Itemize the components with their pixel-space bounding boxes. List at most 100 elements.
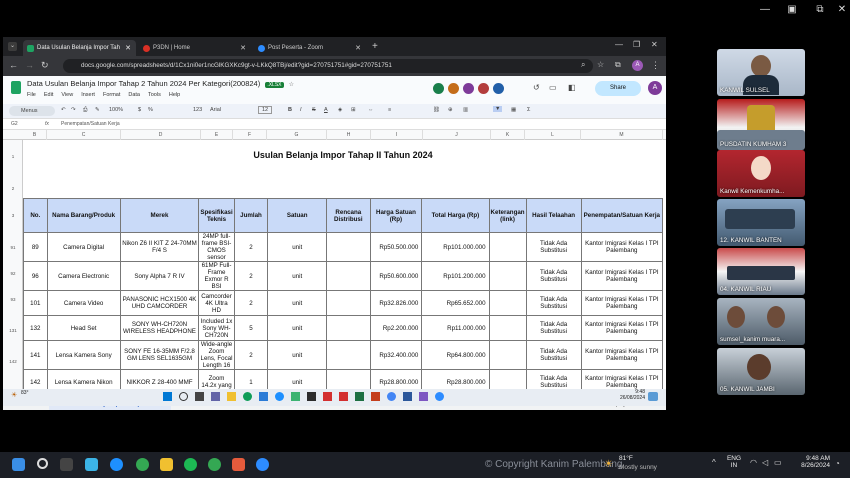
table-cell[interactable]: 2 xyxy=(233,232,269,262)
table-cell[interactable]: Tidak Ada Substitusi xyxy=(525,290,582,316)
store-icon[interactable] xyxy=(259,392,268,401)
participant-tile[interactable]: Kanwil Kemenkumha... xyxy=(717,150,805,197)
app-icon[interactable] xyxy=(291,392,300,401)
comment-icon[interactable]: ▭ xyxy=(549,83,557,92)
task-view-icon[interactable] xyxy=(195,392,204,401)
table-cell[interactable]: Sony Alpha 7 R IV xyxy=(119,261,200,291)
maximize-icon[interactable]: ▣ xyxy=(782,4,802,15)
task-view-icon[interactable] xyxy=(60,458,73,471)
participant-tile[interactable]: 04. KANWIL RIAU xyxy=(717,248,805,295)
table-cell[interactable]: Kantor Imigrasi Kelas I TPI Palembang xyxy=(580,315,663,341)
notification-bell-icon[interactable]: ◔ xyxy=(835,459,840,468)
table-cell[interactable]: 24MP full-frame BSI-CMOS sensor xyxy=(198,232,235,262)
table-cell[interactable]: unit xyxy=(267,261,328,291)
bold-icon[interactable]: B xyxy=(288,107,292,113)
zoom-icon[interactable] xyxy=(256,458,269,471)
minimize-icon[interactable]: — xyxy=(755,4,775,15)
collaborator-avatar[interactable] xyxy=(433,83,444,94)
collaborator-avatar[interactable] xyxy=(493,83,504,94)
table-cell[interactable]: 2 xyxy=(233,290,269,316)
comment-add-icon[interactable]: ⊕ xyxy=(448,107,453,113)
search-icon[interactable]: ⌕ xyxy=(581,60,585,70)
table-cell[interactable]: Rp2.200.000 xyxy=(369,315,423,341)
app-icon[interactable] xyxy=(307,392,316,401)
align-icon[interactable]: ≡ xyxy=(388,107,391,113)
collaborator-avatar[interactable] xyxy=(463,83,474,94)
table-cell[interactable]: Camera Digital xyxy=(46,232,121,262)
font-select[interactable]: Arial xyxy=(210,107,221,113)
header-cell[interactable]: Total Harga (Rp) xyxy=(421,198,490,233)
tab-zoom[interactable]: Post Peserta - Zoom ✕ xyxy=(254,40,366,56)
participant-tile[interactable]: sumsel_kanim muara... xyxy=(717,298,805,345)
url-field[interactable]: docs.google.com/spreadsheets/d/1Cx1ni0er… xyxy=(63,59,593,73)
col-header[interactable]: I xyxy=(371,130,423,140)
menu-tools[interactable]: Tools xyxy=(148,92,161,98)
window-minimize-icon[interactable]: — xyxy=(615,40,623,49)
col-header[interactable]: B xyxy=(23,130,47,140)
spotify-icon[interactable] xyxy=(184,458,197,471)
table-cell[interactable]: Nikon Z6 II KIT Z 24-70MM F/4 S xyxy=(119,232,200,262)
col-header[interactable]: M xyxy=(581,130,663,140)
wifi-icon[interactable]: ◠ xyxy=(750,458,757,467)
fill-color-icon[interactable]: ◈ xyxy=(338,107,342,113)
word-icon[interactable] xyxy=(403,392,412,401)
clock[interactable]: 9:48 AM 8/26/2024 xyxy=(796,455,830,469)
table-cell[interactable]: Tidak Ada Substitusi xyxy=(525,261,582,291)
menu-format[interactable]: Format xyxy=(103,92,120,98)
table-cell[interactable]: Included 1x Sony WH-CH720N xyxy=(198,315,235,341)
col-header[interactable]: C xyxy=(47,130,121,140)
table-cell[interactable]: Kantor Imigrasi Kelas I TPI Palembang xyxy=(580,340,663,370)
tray-chevron-icon[interactable]: ^ xyxy=(712,458,716,467)
table-cell[interactable]: Camera Video xyxy=(46,290,121,316)
table-cell[interactable]: Rp64.800.000 xyxy=(421,340,490,370)
table-cell[interactable]: Rp32.400.000 xyxy=(369,340,423,370)
chrome-icon[interactable] xyxy=(208,458,221,471)
profile-avatar[interactable]: A xyxy=(632,60,643,71)
row-number[interactable]: 131 xyxy=(3,328,23,333)
table-cell[interactable]: 2 xyxy=(233,261,269,291)
italic-icon[interactable]: I xyxy=(300,107,302,113)
table-cell[interactable]: Rp11.000.000 xyxy=(421,315,490,341)
header-cell[interactable]: No. xyxy=(23,198,48,233)
collaborator-avatar[interactable] xyxy=(448,83,459,94)
col-header[interactable]: E xyxy=(201,130,233,140)
table-cell[interactable]: Rp101.000.000 xyxy=(421,232,490,262)
table-cell[interactable]: 141 xyxy=(23,340,48,370)
volume-icon[interactable]: ◁ xyxy=(762,458,768,467)
excel-icon[interactable] xyxy=(355,392,364,401)
start-icon[interactable] xyxy=(12,458,25,471)
edge-icon[interactable] xyxy=(110,458,123,471)
table-cell[interactable] xyxy=(488,290,527,316)
weather-icon[interactable]: ☀ xyxy=(604,459,613,470)
new-tab-icon[interactable]: + xyxy=(372,41,378,52)
col-header[interactable]: G xyxy=(267,130,327,140)
col-header[interactable]: F xyxy=(233,130,267,140)
menu-edit[interactable]: Edit xyxy=(44,92,53,98)
functions-icon[interactable]: Σ xyxy=(527,107,530,113)
acrobat-icon[interactable] xyxy=(339,392,348,401)
redo-icon[interactable]: ↷ xyxy=(71,107,76,113)
table-cell[interactable]: unit xyxy=(267,232,328,262)
row-number[interactable]: 142 xyxy=(3,359,23,364)
participant-tile[interactable]: KANWIL SULSEL xyxy=(717,49,805,96)
notification-icon[interactable] xyxy=(648,392,658,401)
row-number[interactable]: 93 xyxy=(3,297,23,302)
star-icon[interactable]: ☆ xyxy=(597,60,604,69)
currency-icon[interactable]: $ xyxy=(138,107,141,113)
table-cell[interactable]: Head Set xyxy=(46,315,121,341)
table-cell[interactable] xyxy=(326,290,371,316)
table-cell[interactable] xyxy=(326,261,371,291)
menu-view[interactable]: View xyxy=(61,92,73,98)
spreadsheet-grid[interactable]: Usulan Belanja Impor Tahap II Tahun 2024… xyxy=(23,140,663,402)
table-cell[interactable]: Kantor Imigrasi Kelas I TPI Palembang xyxy=(580,232,663,262)
cell-reference[interactable]: G2 xyxy=(11,121,18,127)
chrome-icon[interactable] xyxy=(387,392,396,401)
table-cell[interactable] xyxy=(488,261,527,291)
borders-icon[interactable]: ⊞ xyxy=(351,107,356,113)
table-cell[interactable] xyxy=(326,340,371,370)
table-cell[interactable]: unit xyxy=(267,340,328,370)
strikethrough-icon[interactable]: S xyxy=(312,107,316,113)
table-cell[interactable] xyxy=(488,340,527,370)
chrome-icon[interactable] xyxy=(136,458,149,471)
table-cell[interactable]: 101 xyxy=(23,290,48,316)
